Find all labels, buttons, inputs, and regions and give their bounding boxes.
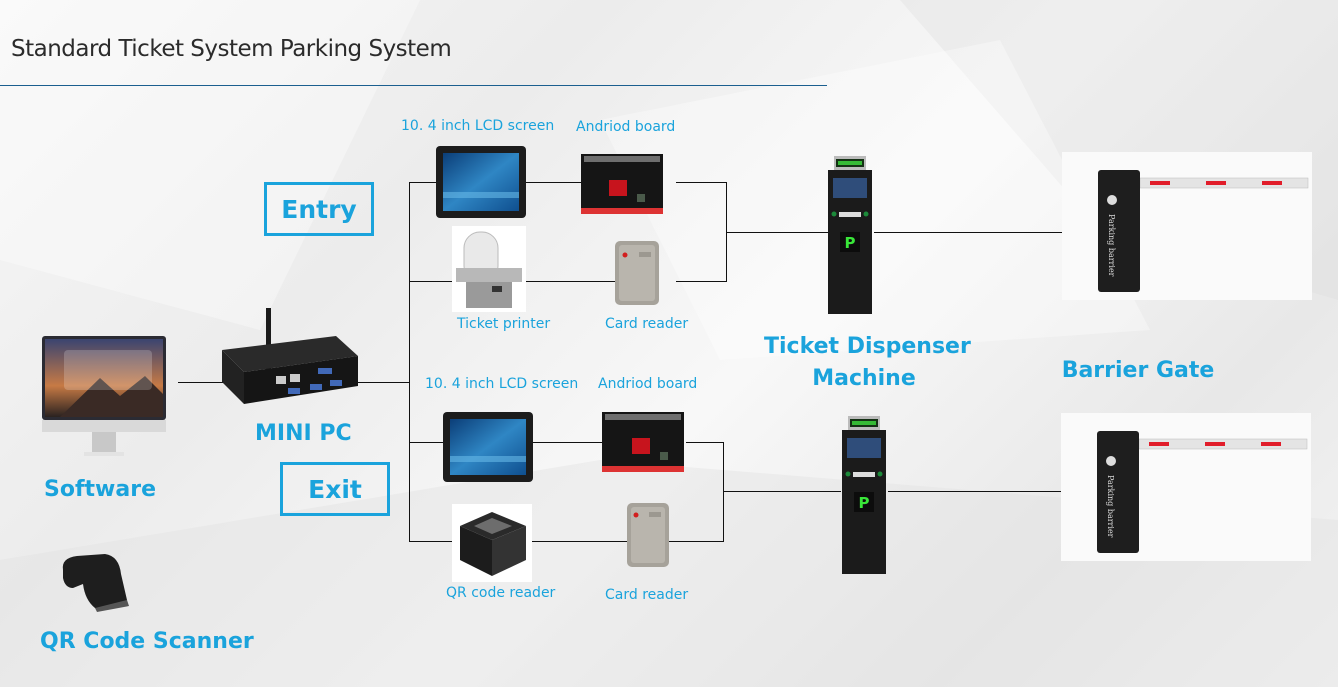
entry-barrier-gate-image: Parking barrier <box>1062 152 1312 300</box>
entry-section-label: Entry <box>264 182 374 236</box>
exit-section-label: Exit <box>280 462 390 516</box>
qr-code-reader-label: QR code reader <box>446 585 556 601</box>
entry-ticket-dispenser-image: P <box>826 154 874 316</box>
exit-lcd-screen-image <box>443 412 533 482</box>
software-label: Software <box>44 477 156 502</box>
entry-card-reader-label: Card reader <box>605 316 689 332</box>
qr-scanner-image <box>55 548 135 612</box>
barrier-text: Parking barrier <box>1106 475 1115 538</box>
title-divider <box>0 85 827 86</box>
software-monitor-image <box>40 336 168 464</box>
p-sign: P <box>859 494 870 512</box>
mini-pc-image <box>218 306 363 416</box>
ticket-dispenser-label-line1: Ticket Dispenser <box>764 334 971 359</box>
exit-board-label: Andriod board <box>598 376 698 392</box>
barrier-gate-label: Barrier Gate <box>1061 358 1215 383</box>
exit-barrier-gate-image: Parking barrier <box>1061 413 1311 561</box>
entry-lcd-screen-image <box>436 146 526 218</box>
entry-card-reader-image <box>615 241 659 305</box>
background-facets <box>0 0 1338 687</box>
mini-pc-label: MINI PC <box>255 421 352 446</box>
entry-lcd-label: 10. 4 inch LCD screen <box>401 118 555 134</box>
entry-board-label: Andriod board <box>576 119 676 135</box>
exit-card-reader-image <box>627 503 669 567</box>
entry-android-board-image <box>581 154 663 214</box>
ticket-printer-image <box>452 226 526 312</box>
ticket-printer-label: Ticket printer <box>457 316 551 332</box>
ticket-dispenser-label: Ticket Dispenser Machine <box>764 331 971 395</box>
qr-scanner-label: QR Code Scanner <box>40 629 254 654</box>
ticket-dispenser-label-line2: Machine <box>812 366 916 391</box>
exit-lcd-label: 10. 4 inch LCD screen <box>425 376 579 392</box>
p-sign: P <box>845 234 856 252</box>
barrier-text: Parking barrier <box>1107 214 1116 277</box>
exit-android-board-image <box>602 412 684 472</box>
qr-code-reader-image <box>452 504 532 582</box>
exit-card-reader-label: Card reader <box>605 587 689 603</box>
exit-ticket-dispenser-image: P <box>840 414 888 576</box>
page-title: Standard Ticket System Parking System <box>11 36 452 62</box>
